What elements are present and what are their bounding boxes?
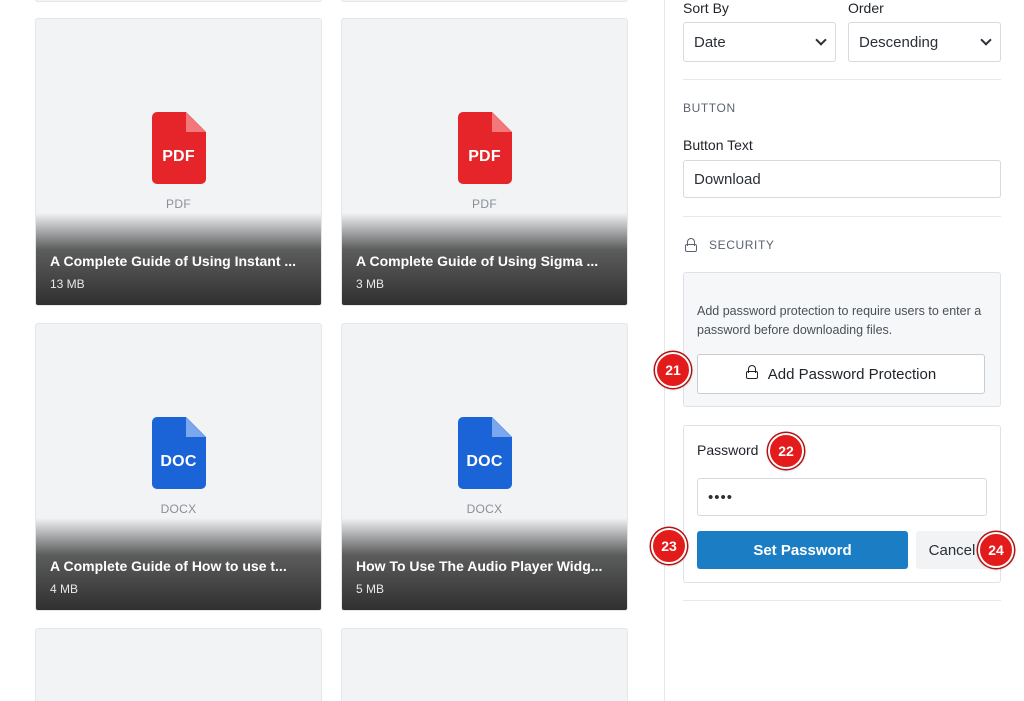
divider: [683, 216, 1001, 217]
chevron-down-icon: [815, 34, 827, 46]
step-marker-24: 24: [978, 532, 1014, 568]
security-description: Add password protection to require users…: [697, 304, 982, 337]
security-section-title: SECURITY: [709, 238, 775, 252]
sort-by-select[interactable]: Date: [683, 22, 836, 62]
password-label: Password: [697, 442, 759, 458]
doc-file-icon: DOC: [151, 417, 206, 489]
password-form-panel: Password •••• Set Password Cancel: [683, 425, 1001, 583]
file-size: 3 MB: [356, 277, 385, 291]
file-badge: DOC: [160, 453, 197, 470]
add-password-protection-button[interactable]: Add Password Protection: [697, 354, 985, 394]
file-badge: DOC: [466, 453, 503, 470]
lock-icon: [745, 365, 758, 383]
file-type: PDF: [472, 197, 497, 211]
file-size: 4 MB: [50, 582, 79, 596]
button-section-title: BUTTON: [683, 101, 736, 115]
divider: [683, 79, 1001, 80]
chevron-down-icon: [980, 34, 992, 46]
cancel-label: Cancel: [928, 541, 976, 559]
divider: [683, 600, 1001, 601]
step-marker-21: 21: [655, 352, 691, 388]
file-type: PDF: [166, 197, 191, 211]
order-select[interactable]: Descending: [848, 22, 1001, 62]
pdf-file-icon: PDF: [457, 112, 512, 184]
password-input[interactable]: ••••: [697, 478, 987, 516]
file-card[interactable]: PDF PDF A Complete Guide of Using Instan…: [35, 18, 322, 306]
password-value: ••••: [708, 488, 734, 506]
file-badge: PDF: [162, 148, 195, 165]
order-label: Order: [848, 0, 884, 16]
step-marker-23: 23: [651, 528, 687, 564]
order-value: Descending: [859, 33, 939, 51]
sort-by-label: Sort By: [683, 0, 729, 16]
security-panel: Add password protection to require users…: [683, 272, 1001, 407]
file-card[interactable]: DOC DOCX A Complete Guide of How to use …: [35, 323, 322, 611]
pdf-file-icon: PDF: [151, 112, 206, 184]
file-type: DOCX: [466, 502, 503, 516]
set-password-label: Set Password: [753, 541, 852, 559]
file-name: How To Use The Audio Player Widg...: [356, 558, 603, 574]
file-name: A Complete Guide of Using Instant ...: [50, 253, 297, 269]
button-text-value: Download: [694, 170, 761, 188]
file-size: 13 MB: [50, 277, 85, 291]
set-password-button[interactable]: Set Password: [697, 531, 908, 569]
file-name: A Complete Guide of Using Sigma ...: [356, 253, 599, 269]
settings-sidebar: Sort By Order Date Descending BUTTON But…: [664, 0, 1024, 701]
file-badge: PDF: [468, 148, 501, 165]
step-marker-22: 22: [768, 433, 804, 469]
file-card[interactable]: PDF PDF A Complete Guide of Using Sigma …: [341, 18, 628, 306]
file-name: A Complete Guide of How to use t...: [50, 558, 287, 574]
file-type: DOCX: [160, 502, 197, 516]
file-card-partial[interactable]: [341, 0, 628, 2]
doc-file-icon: DOC: [457, 417, 512, 489]
button-text-input[interactable]: Download: [683, 160, 1001, 198]
file-card[interactable]: DOC DOCX How To Use The Audio Player Wid…: [341, 323, 628, 611]
sort-by-value: Date: [694, 33, 726, 51]
lock-icon: [685, 238, 697, 257]
file-card-partial[interactable]: [35, 0, 322, 2]
file-size: 5 MB: [356, 582, 385, 596]
file-grid: PDF PDF A Complete Guide of Using Instan…: [0, 0, 664, 701]
file-card-partial[interactable]: [35, 628, 322, 701]
file-card-partial[interactable]: [341, 628, 628, 701]
button-text-label: Button Text: [683, 137, 753, 153]
add-password-protection-label: Add Password Protection: [767, 365, 937, 383]
